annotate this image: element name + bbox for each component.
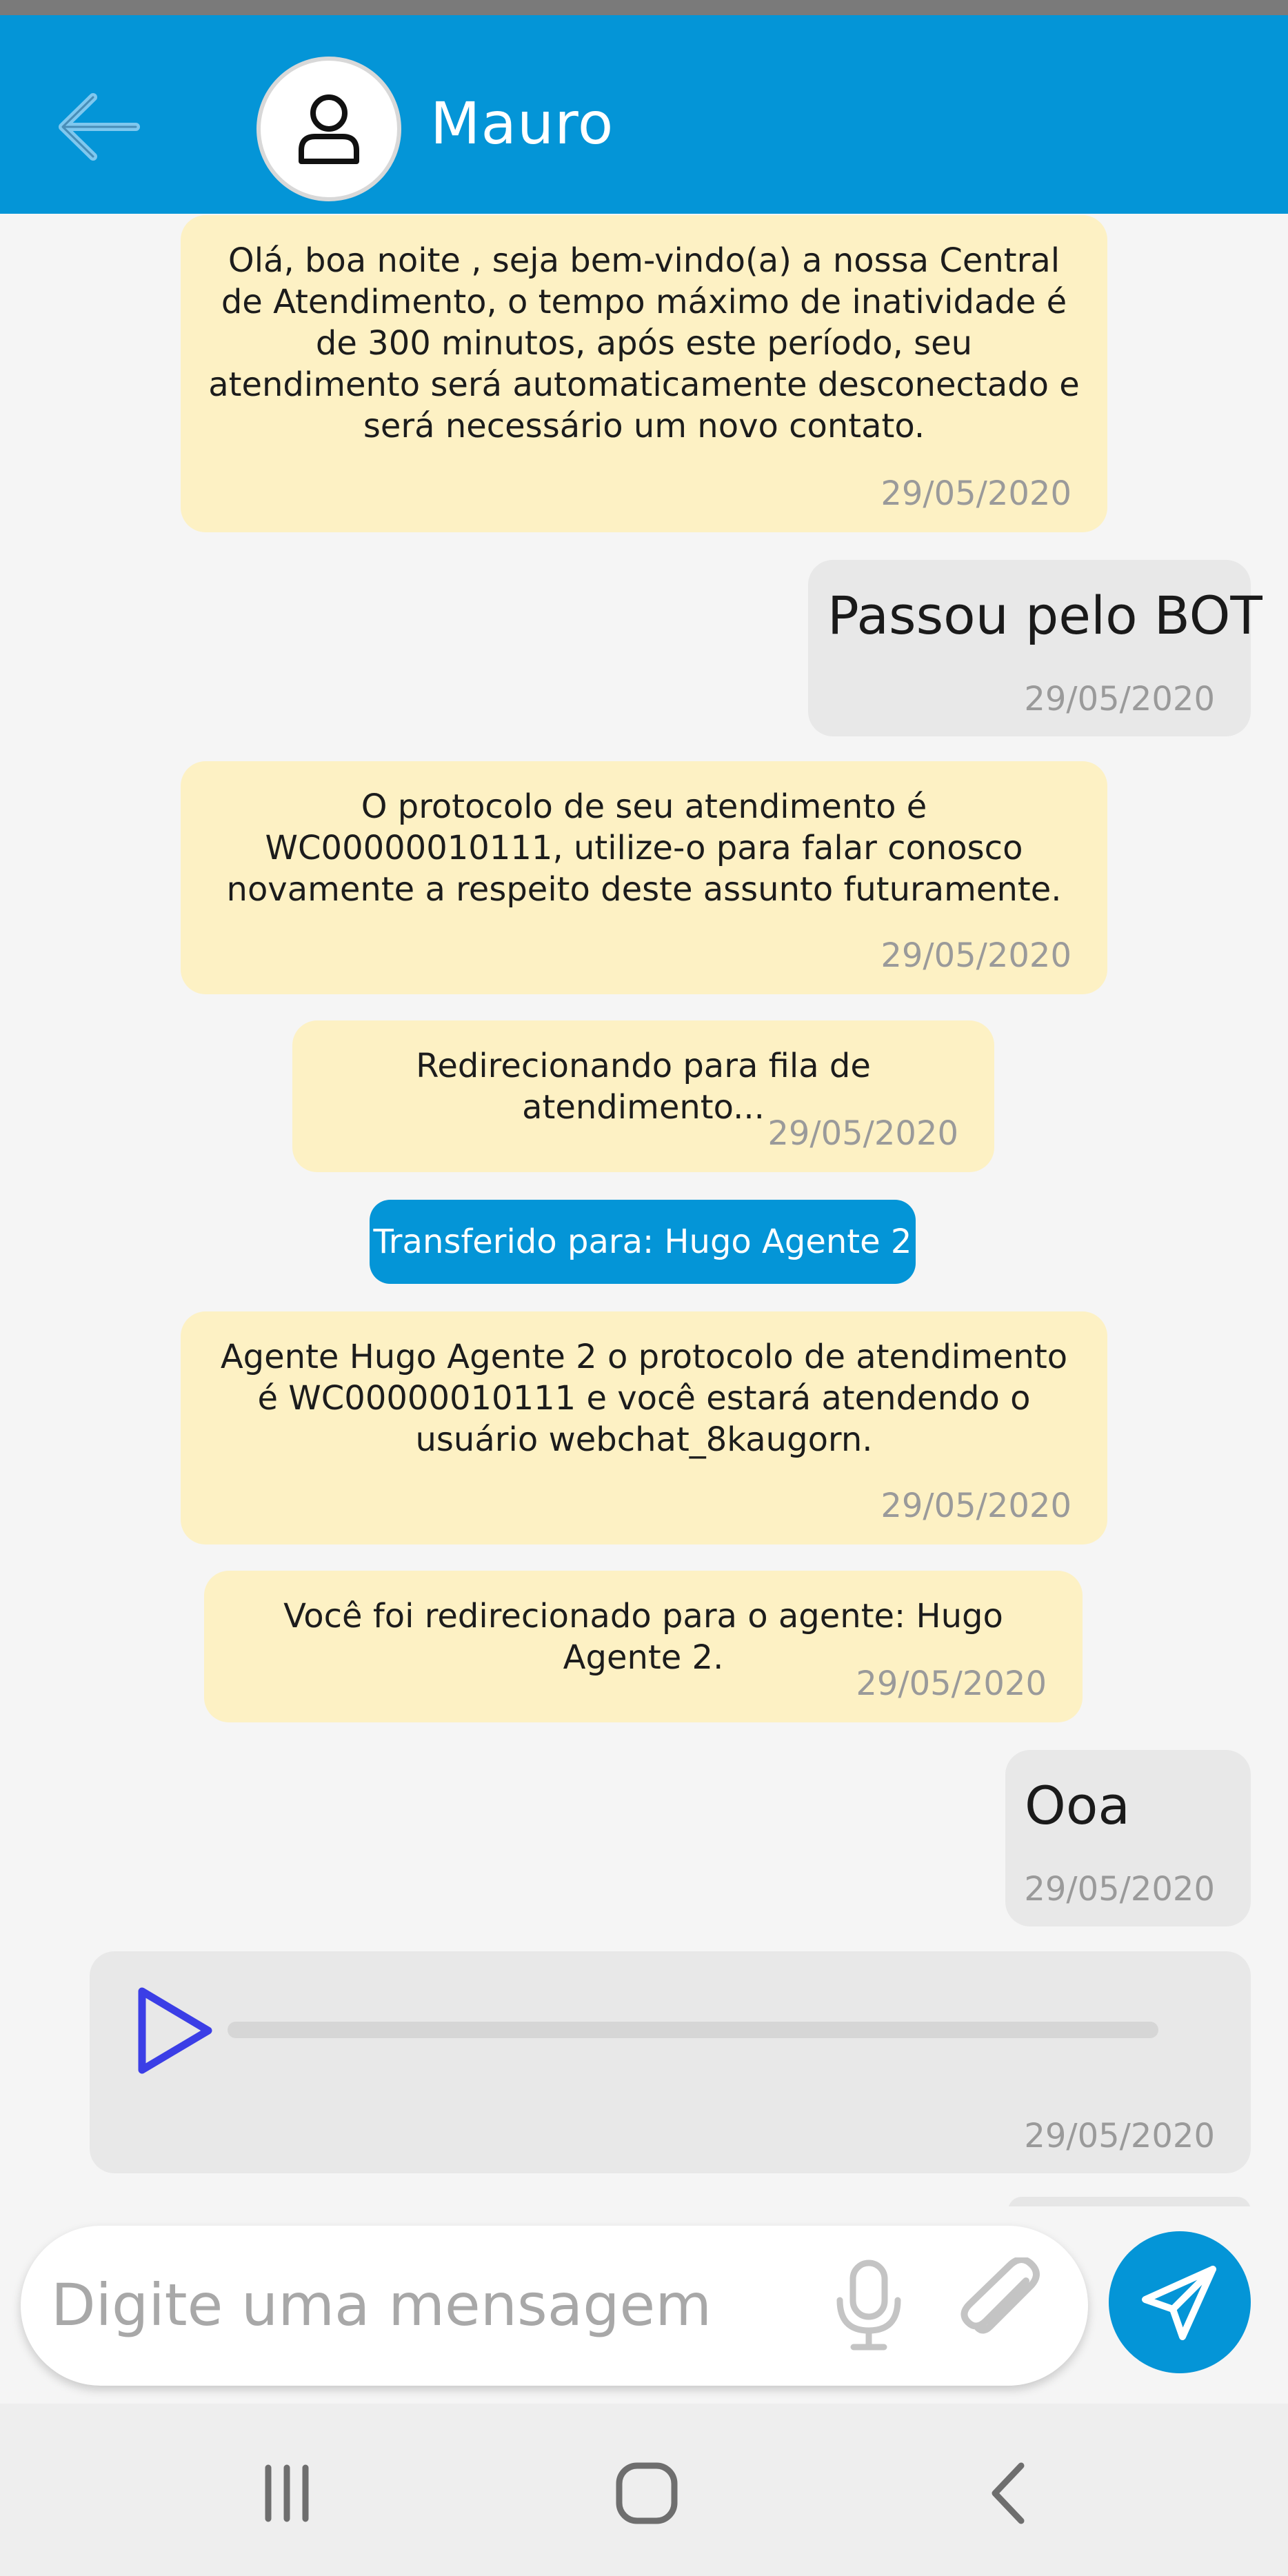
chat-header: Mauro [0,15,1288,214]
message-timestamp: 29/05/2020 [856,1664,1047,1703]
transfer-notice: Transferido para: Hugo Agente 2 [370,1200,916,1284]
home-icon [616,2462,678,2524]
play-button[interactable] [116,1979,219,2082]
send-icon [1142,2266,1216,2340]
message-bot: O protocolo de seu atendimento é WC00000… [181,761,1107,994]
attach-button[interactable] [945,2256,1055,2354]
message-timestamp: 29/05/2020 [1024,680,1215,718]
message-text: Ooa [1025,1775,1130,1836]
system-nav-bar [0,2404,1288,2576]
message-composer [21,2226,1088,2386]
message-input[interactable] [51,2260,809,2350]
message-timestamp: 29/05/2020 [1024,2117,1215,2155]
send-button[interactable] [1109,2231,1251,2373]
audio-progress-bar[interactable] [228,2022,1158,2038]
message-timestamp: 29/05/2020 [881,936,1071,975]
message-timestamp: 29/05/2020 [881,474,1071,513]
recent-apps-button[interactable] [232,2452,342,2535]
message-bot: Olá, boa noite , seja bem-vindo(a) a nos… [181,215,1107,532]
message-text: Passou pelo BOT [827,585,1262,646]
back-nav-button[interactable] [954,2452,1065,2535]
message-text: Olá, boa noite , seja bem-vindo(a) a nos… [208,241,1080,445]
message-user: Ooa 29/05/2020 [1005,1750,1251,1926]
status-bar [0,0,1288,15]
message-timestamp: 29/05/2020 [1024,1870,1215,1909]
message-text: O protocolo de seu atendimento é WC00000… [226,787,1062,909]
message-list[interactable]: Olá, boa noite , seja bem-vindo(a) a nos… [0,214,1288,2206]
home-button[interactable] [592,2452,702,2535]
play-icon [138,1987,212,2074]
back-button[interactable] [43,79,153,175]
message-text: Agente Hugo Agente 2 o protocolo de aten… [220,1338,1068,1459]
recent-apps-icon [265,2464,309,2522]
back-chevron-icon [992,2462,1025,2524]
microphone-icon [836,2260,901,2351]
microphone-button[interactable] [821,2257,917,2354]
transfer-text: Transferido para: Hugo Agente 2 [373,1222,912,1261]
message-user: Passou pelo BOT 29/05/2020 [808,560,1262,736]
arrow-left-icon [59,93,140,161]
avatar[interactable] [256,57,401,201]
paperclip-icon [960,2256,1040,2334]
user-icon [299,94,359,164]
message-bot: Redirecionando para fila de atendimento.… [292,1020,994,1172]
message-bot: Você foi redirecionado para o agente: Hu… [204,1571,1083,1722]
message-timestamp: 29/05/2020 [767,1114,958,1153]
audio-message: 29/05/2020 [90,1951,1251,2173]
contact-name: Mauro [430,90,614,157]
message-timestamp: 29/05/2020 [881,1487,1071,1525]
next-message-partial [1008,2197,1251,2206]
message-bot: Agente Hugo Agente 2 o protocolo de aten… [181,1311,1107,1544]
